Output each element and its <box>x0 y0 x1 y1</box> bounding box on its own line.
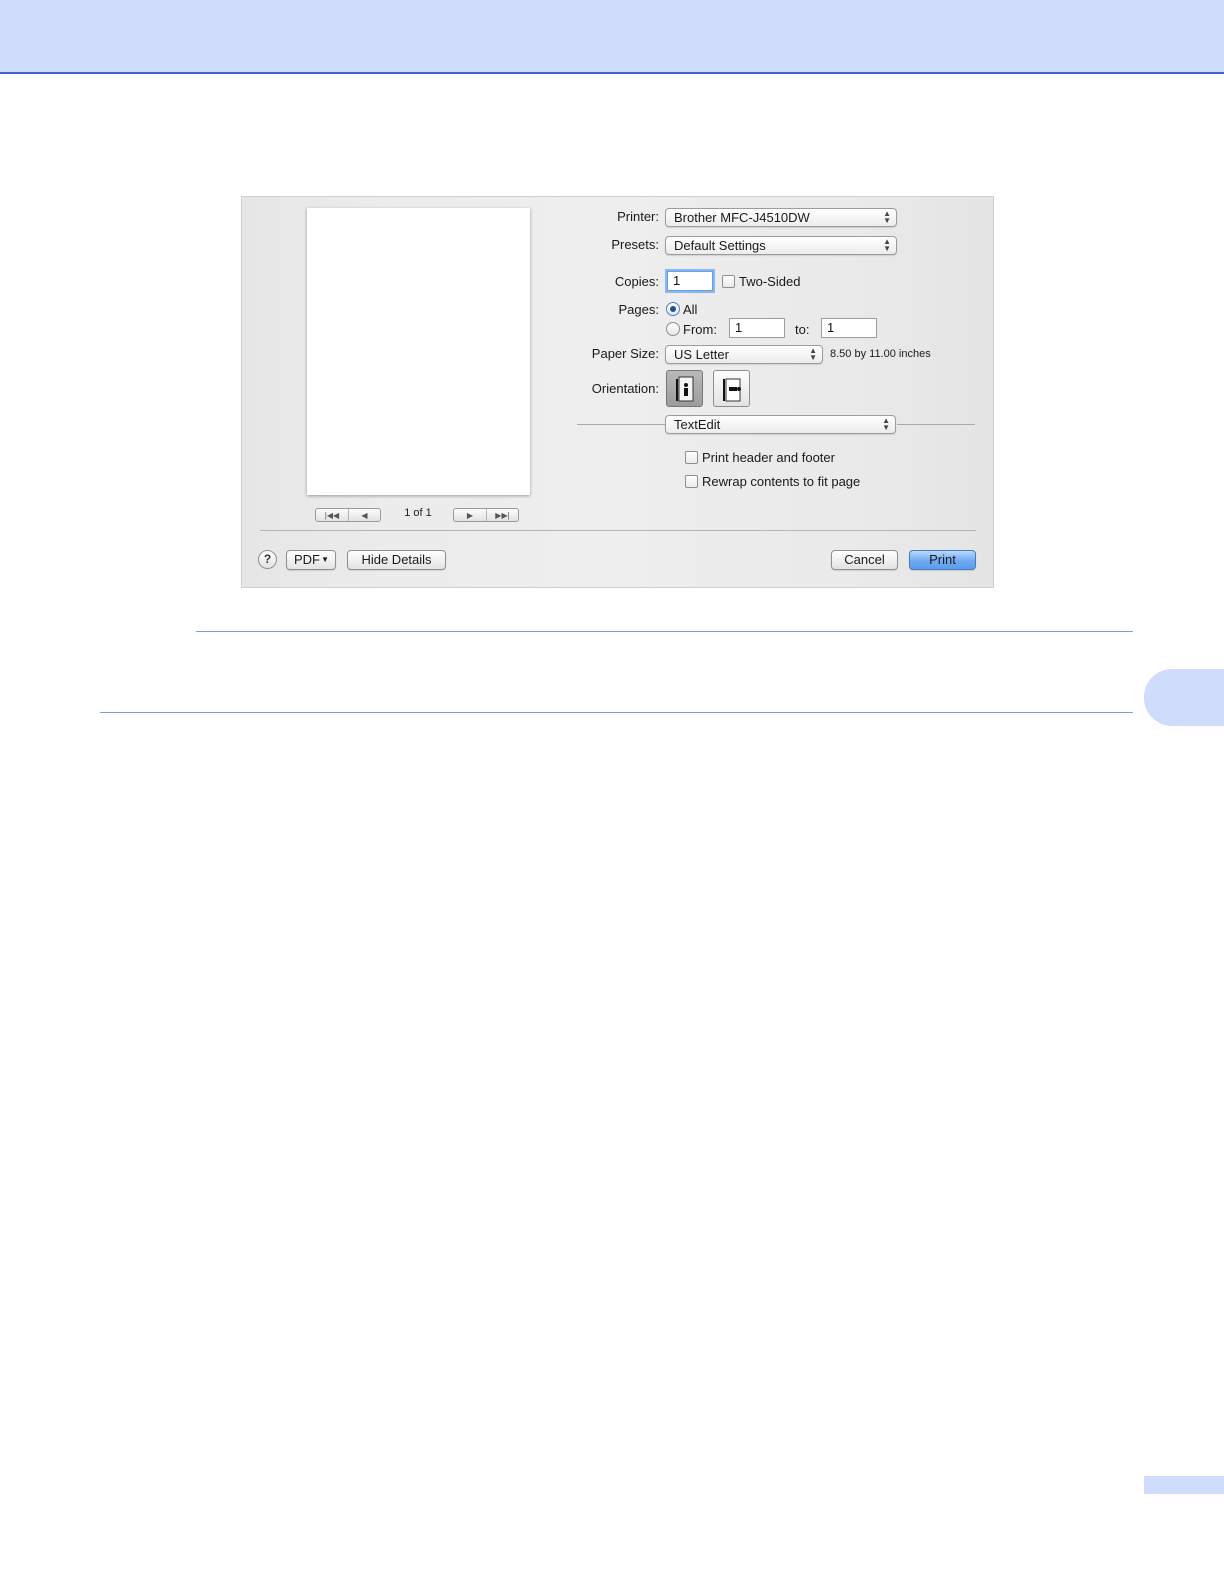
pages-from-field[interactable]: 1 <box>729 318 785 338</box>
print-header-footer-checkbox[interactable] <box>685 451 698 464</box>
app-options-value: TextEdit <box>674 417 721 432</box>
section-rule <box>196 631 1133 632</box>
pages-to-label: to: <box>795 322 810 337</box>
pages-all-radio[interactable] <box>666 302 680 316</box>
orientation-label: Orientation: <box>591 381 659 396</box>
section-divider-left <box>577 424 665 425</box>
previous-page-icon[interactable]: ◀ <box>348 509 380 521</box>
pdf-label: PDF <box>294 552 320 567</box>
page-count: 1 of 1 <box>404 507 432 519</box>
popup-arrows-icon: ▲ ▼ <box>883 209 891 225</box>
copies-label: Copies: <box>614 274 659 289</box>
pages-label: Pages: <box>618 302 659 317</box>
print-header-footer-label: Print header and footer <box>702 450 835 465</box>
section-divider-right <box>897 424 975 425</box>
page-preview <box>307 208 530 495</box>
printer-value: Brother MFC-J4510DW <box>674 210 810 225</box>
help-button[interactable]: ? <box>258 550 277 569</box>
rewrap-contents-label: Rewrap contents to fit page <box>702 474 861 489</box>
preview-forward-nav: ▶ ▶▶| <box>453 508 519 522</box>
print-dialog: |◀◀ ◀ 1 of 1 ▶ ▶▶| Printer: Brother MFC-… <box>241 196 994 588</box>
page-header-band <box>0 0 1224 74</box>
next-page-icon[interactable]: ▶ <box>454 509 486 521</box>
chapter-side-tab <box>1144 669 1224 726</box>
two-sided-label: Two-Sided <box>739 274 801 289</box>
paper-size-value: US Letter <box>674 347 729 362</box>
presets-label: Presets: <box>611 237 659 252</box>
pdf-menu-button[interactable]: PDF ▼ <box>286 550 336 570</box>
section-rule-lower <box>100 712 1133 713</box>
app-options-popup[interactable]: TextEdit ▲ ▼ <box>665 415 896 434</box>
hide-details-button[interactable]: Hide Details <box>347 550 446 570</box>
dropdown-arrow-icon: ▼ <box>321 555 329 564</box>
printer-label: Printer: <box>617 209 659 224</box>
page-number-tab <box>1144 1476 1224 1494</box>
pages-to-field[interactable]: 1 <box>821 318 877 338</box>
footer-divider <box>260 530 976 531</box>
copies-field[interactable]: 1 <box>667 271 713 291</box>
portrait-orientation-button[interactable] <box>666 370 703 407</box>
two-sided-checkbox[interactable] <box>722 275 735 288</box>
pages-from-radio[interactable] <box>666 322 680 336</box>
rewrap-contents-checkbox[interactable] <box>685 475 698 488</box>
popup-arrows-icon: ▲ ▼ <box>882 416 890 432</box>
print-button[interactable]: Print <box>909 550 976 570</box>
pages-from-label: From: <box>683 322 717 337</box>
printer-popup[interactable]: Brother MFC-J4510DW ▲ ▼ <box>665 208 897 227</box>
portrait-icon <box>676 376 694 402</box>
preview-back-nav: |◀◀ ◀ <box>315 508 381 522</box>
popup-arrows-icon: ▲ ▼ <box>809 346 817 362</box>
paper-dimensions: 8.50 by 11.00 inches <box>830 348 931 360</box>
presets-value: Default Settings <box>674 238 766 253</box>
presets-popup[interactable]: Default Settings ▲ ▼ <box>665 236 897 255</box>
popup-arrows-icon: ▲ ▼ <box>883 237 891 253</box>
last-page-icon[interactable]: ▶▶| <box>486 509 518 521</box>
cancel-button[interactable]: Cancel <box>831 550 898 570</box>
first-page-icon[interactable]: |◀◀ <box>316 509 348 521</box>
pages-all-label: All <box>683 302 698 317</box>
paper-size-popup[interactable]: US Letter ▲ ▼ <box>665 345 823 364</box>
paper-size-label: Paper Size: <box>591 346 659 361</box>
landscape-icon <box>723 378 741 402</box>
landscape-orientation-button[interactable] <box>713 370 750 407</box>
